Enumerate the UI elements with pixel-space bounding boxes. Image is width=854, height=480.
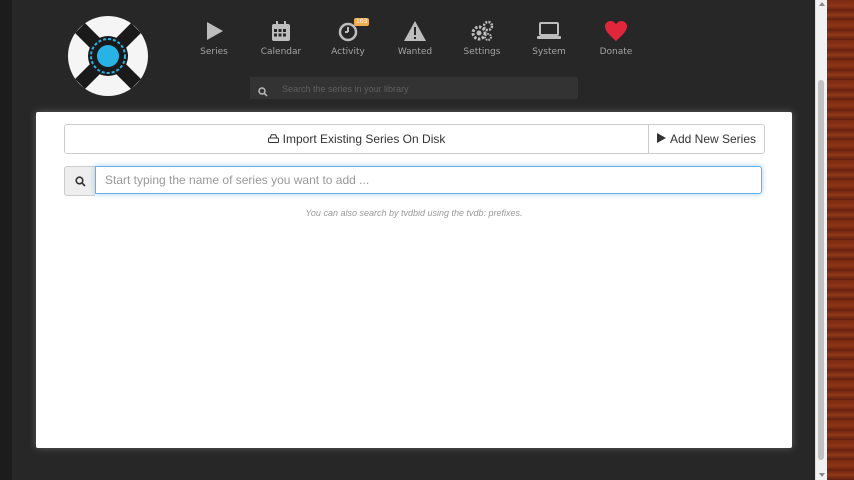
- app-window: Series Calendar 103 Activity Wanted Sett…: [12, 0, 815, 480]
- library-search-box: [250, 77, 578, 101]
- activity-badge: 103: [354, 18, 370, 26]
- nav-label: Calendar: [260, 47, 302, 57]
- hdd-icon: [267, 132, 279, 146]
- search-hint: You can also search by tvdbid using the …: [305, 208, 523, 218]
- page-scrollbar[interactable]: [815, 0, 827, 480]
- background-wood: [826, 0, 854, 480]
- scroll-up-arrow-icon[interactable]: [819, 2, 825, 6]
- laptop-icon: [519, 20, 579, 42]
- nav-activity[interactable]: 103 Activity: [318, 18, 378, 57]
- clock-icon: 103: [318, 18, 378, 42]
- nav-label: Settings: [463, 47, 501, 57]
- warning-icon: [385, 20, 445, 42]
- nav-label: Donate: [599, 47, 633, 57]
- nav-donate[interactable]: Donate: [586, 20, 646, 57]
- add-series-actions: Import Existing Series On Disk Add New S…: [64, 124, 765, 154]
- import-existing-button[interactable]: Import Existing Series On Disk: [65, 125, 648, 153]
- nav-settings[interactable]: Settings: [452, 20, 512, 57]
- nav-system[interactable]: System: [519, 20, 579, 57]
- nav-label: Activity: [331, 47, 365, 57]
- gears-icon: [452, 20, 512, 42]
- series-search-row: [64, 166, 764, 196]
- nav-series[interactable]: Series: [184, 20, 244, 57]
- add-new-series-label: Add New Series: [669, 132, 757, 146]
- play-icon: [184, 20, 244, 42]
- play-icon: [656, 132, 666, 146]
- search-icon: [258, 82, 268, 101]
- nav-wanted[interactable]: Wanted: [385, 20, 445, 57]
- library-search-input[interactable]: [280, 77, 574, 101]
- nav-label: Series: [200, 47, 228, 57]
- heart-icon: [586, 20, 646, 42]
- add-series-panel: Import Existing Series On Disk Add New S…: [36, 112, 792, 448]
- series-search-input[interactable]: [95, 166, 762, 194]
- search-icon: [64, 166, 95, 196]
- add-new-series-button[interactable]: Add New Series: [648, 125, 764, 153]
- nav-calendar[interactable]: Calendar: [251, 20, 311, 57]
- calendar-icon: [251, 20, 311, 42]
- nav-label: System: [532, 47, 566, 57]
- scroll-thumb[interactable]: [818, 80, 824, 460]
- import-existing-label: Import Existing Series On Disk: [282, 132, 446, 146]
- sonarr-logo[interactable]: [66, 14, 150, 98]
- scroll-down-arrow-icon[interactable]: [819, 473, 825, 477]
- nav-label: Wanted: [397, 47, 433, 57]
